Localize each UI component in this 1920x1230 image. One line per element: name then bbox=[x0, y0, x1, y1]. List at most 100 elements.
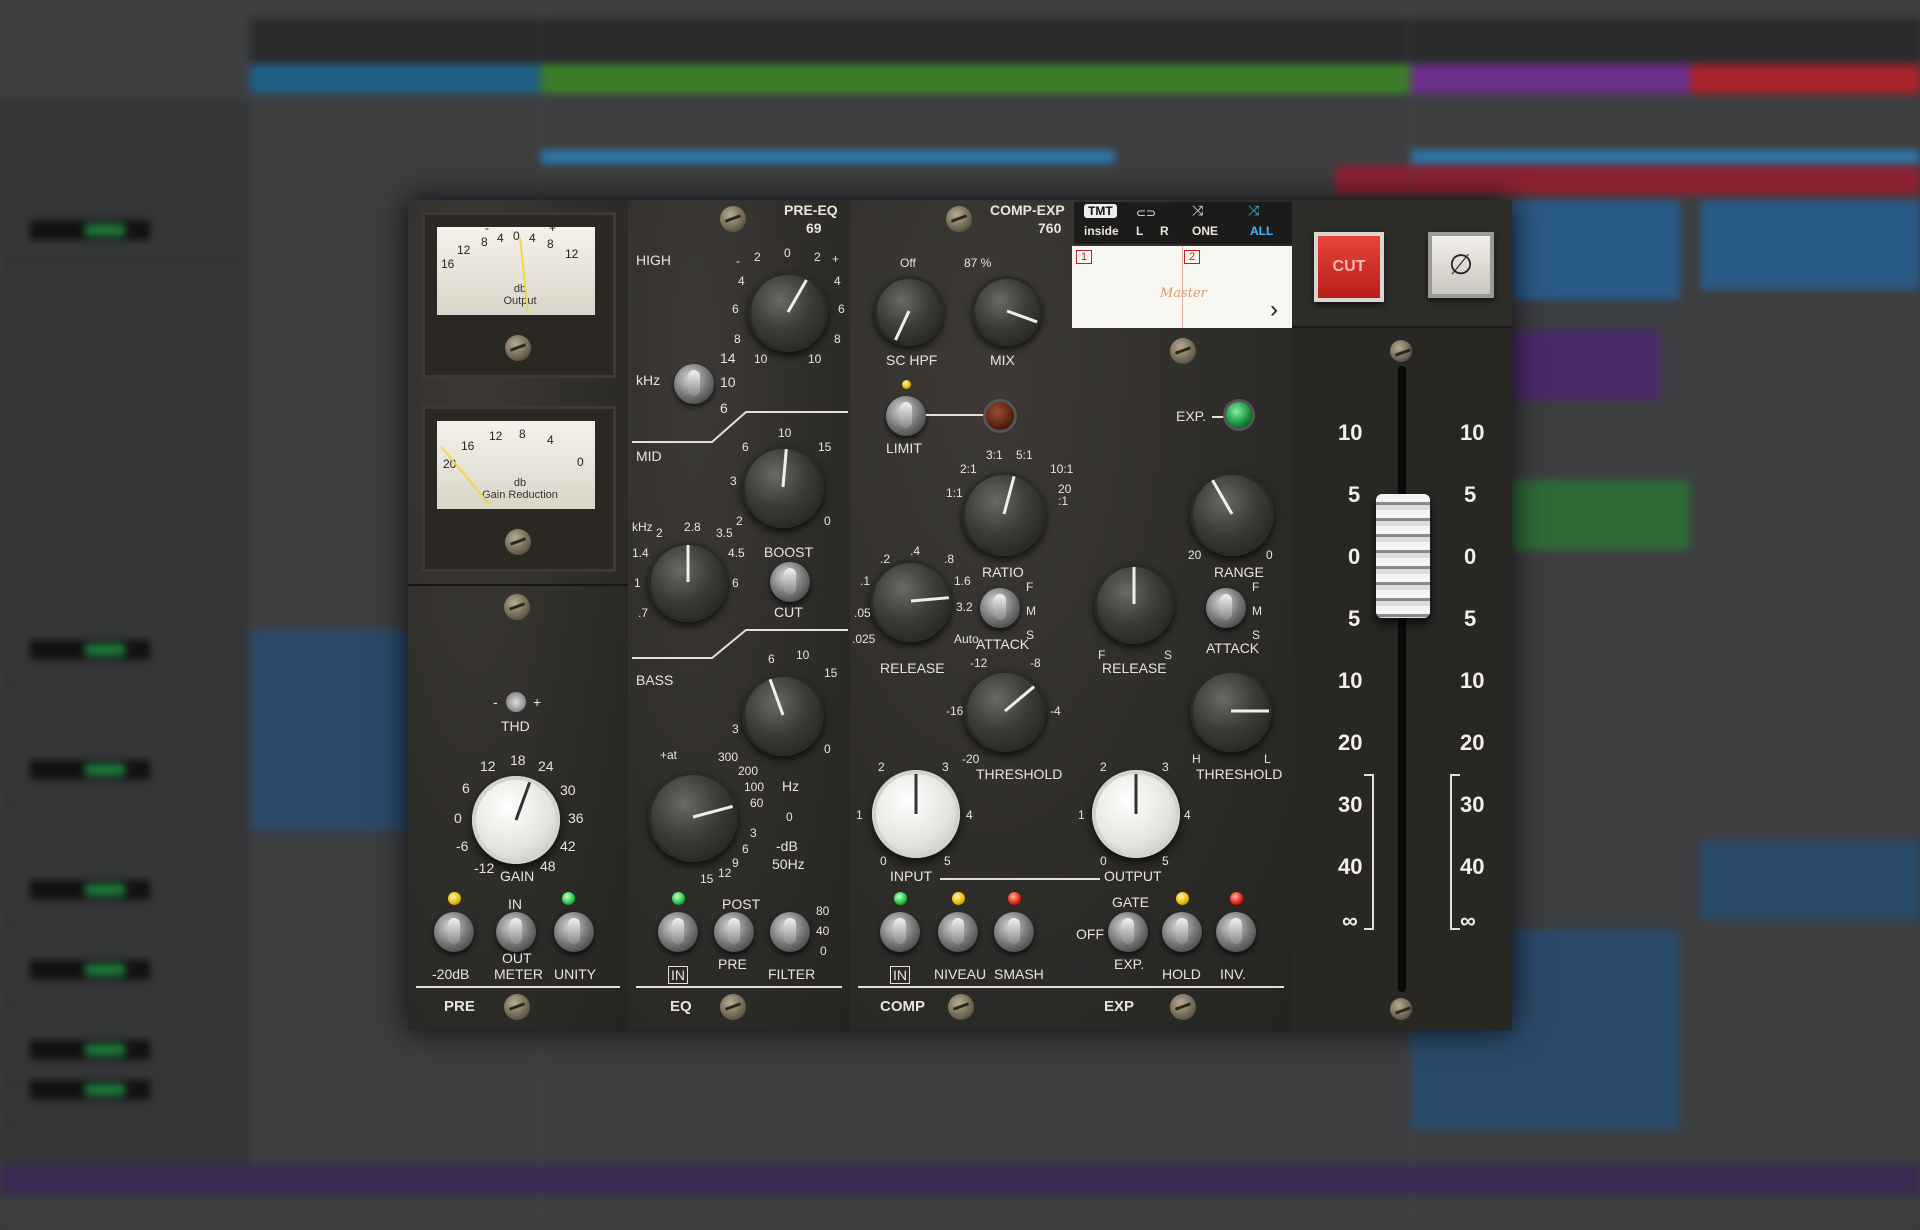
comp-in-switch[interactable] bbox=[880, 912, 920, 952]
bass-freq-label: 300 bbox=[718, 750, 739, 764]
invert-switch[interactable] bbox=[1216, 912, 1256, 952]
shuffle-all-icon[interactable]: ⤨ bbox=[1248, 202, 1259, 219]
slot-2-tab[interactable]: 2 bbox=[1184, 250, 1201, 264]
screw-icon bbox=[1390, 998, 1412, 1020]
fader-scale-left: ∞ bbox=[1342, 908, 1358, 933]
eq-in-switch[interactable] bbox=[658, 912, 698, 952]
gain-scale-label: 30 bbox=[560, 782, 576, 798]
exp-section-title: EXP bbox=[1104, 998, 1135, 1015]
meter-scale-label: 8 bbox=[547, 237, 554, 251]
bass-scale-label: 3 bbox=[732, 722, 739, 736]
gain-scale-label: 18 bbox=[510, 752, 526, 768]
smash-switch[interactable] bbox=[994, 912, 1034, 952]
exp-attack-switch[interactable] bbox=[1206, 588, 1246, 628]
meter-name-label: Gain Reduction bbox=[482, 489, 558, 501]
eq-section-title: EQ bbox=[670, 998, 692, 1015]
sc-hpf-knob[interactable] bbox=[874, 276, 944, 346]
ratio-knob[interactable] bbox=[962, 472, 1046, 556]
arranger-section bbox=[540, 64, 1410, 94]
screw-icon bbox=[720, 206, 746, 232]
meter-scale-label: 8 bbox=[519, 427, 526, 441]
bass-freq-label: 9 bbox=[732, 856, 739, 870]
bass-freq-label: 6 bbox=[742, 842, 749, 856]
range-knob[interactable] bbox=[1190, 472, 1274, 556]
bass-freq-knob[interactable] bbox=[648, 772, 738, 862]
exp-release-knob[interactable] bbox=[1094, 564, 1174, 644]
shuffle-one-icon[interactable]: ⤨ bbox=[1192, 202, 1203, 219]
gate-exp-switch[interactable] bbox=[1108, 912, 1148, 952]
high-gain-knob[interactable] bbox=[748, 272, 828, 352]
band-separator bbox=[632, 629, 848, 659]
thd-trim[interactable] bbox=[506, 692, 526, 712]
pad-20db-label: -20dB bbox=[432, 966, 470, 982]
exp-threshold-knob[interactable] bbox=[1190, 670, 1272, 752]
threshold-scale-label: -8 bbox=[1030, 656, 1041, 670]
screw-icon bbox=[1170, 994, 1196, 1020]
input-scale-label: 1 bbox=[856, 808, 863, 822]
mid-khz-label: kHz bbox=[632, 520, 653, 534]
limit-led bbox=[902, 380, 911, 389]
instance-display[interactable]: 1 2 Master › bbox=[1072, 246, 1292, 328]
comp-release-knob[interactable] bbox=[870, 560, 952, 642]
meter-switch[interactable] bbox=[496, 912, 536, 952]
cut-button[interactable]: CUT bbox=[1314, 232, 1384, 302]
mid-scale-label: 6 bbox=[742, 440, 749, 454]
channel-right-label[interactable]: R bbox=[1160, 224, 1169, 238]
bass-freq-label: 0 bbox=[786, 810, 793, 824]
release-scale-label: .1 bbox=[860, 574, 871, 588]
release-scale-label: 1.6 bbox=[954, 574, 971, 588]
high-scale-label: 8 bbox=[834, 332, 841, 346]
mid-scale-label: 3 bbox=[730, 474, 737, 488]
mix-label: MIX bbox=[990, 352, 1015, 368]
hold-led bbox=[1176, 892, 1189, 905]
gate-label: GATE bbox=[1112, 894, 1150, 910]
comp-in-label: IN bbox=[890, 966, 910, 984]
comp-threshold-knob[interactable] bbox=[964, 670, 1046, 752]
limit-switch[interactable] bbox=[886, 396, 926, 436]
bass-gain-knob[interactable] bbox=[742, 674, 824, 756]
eq-filter-switch[interactable] bbox=[770, 912, 810, 952]
limit-label: LIMIT bbox=[886, 440, 922, 456]
niveau-switch[interactable] bbox=[938, 912, 978, 952]
fader-scale-left: 10 bbox=[1338, 668, 1363, 693]
mid-scale-label: 15 bbox=[818, 440, 832, 454]
mix-knob[interactable] bbox=[972, 276, 1042, 346]
pad-20db-switch[interactable] bbox=[434, 912, 474, 952]
mid-freq-label: 2.8 bbox=[684, 520, 701, 534]
high-freq-switch[interactable] bbox=[674, 364, 714, 404]
mid-freq-knob[interactable] bbox=[648, 542, 728, 622]
gain-knob[interactable] bbox=[472, 776, 560, 864]
boost-cut-switch[interactable] bbox=[770, 562, 810, 602]
meter-scale-label: 12 bbox=[489, 429, 503, 443]
phase-invert-button[interactable]: ∅ bbox=[1428, 232, 1494, 298]
slot-1-tab[interactable]: 1 bbox=[1076, 250, 1093, 264]
fader-handle[interactable] bbox=[1376, 494, 1430, 618]
fader-scale-left: 40 bbox=[1338, 854, 1363, 879]
screw-icon bbox=[948, 994, 974, 1020]
screw-icon bbox=[505, 335, 531, 361]
display-next-arrow[interactable]: › bbox=[1270, 296, 1278, 324]
hold-switch[interactable] bbox=[1162, 912, 1202, 952]
gain-scale-label: -6 bbox=[456, 838, 469, 854]
eq-post-pre-switch[interactable] bbox=[714, 912, 754, 952]
mid-band-label: MID bbox=[636, 448, 662, 464]
fader-track[interactable] bbox=[1398, 366, 1406, 992]
tmt-inside-label: inside bbox=[1084, 224, 1119, 238]
fader-scale-left: 30 bbox=[1338, 792, 1363, 817]
screw-icon bbox=[504, 594, 530, 620]
mid-scale-label: 0 bbox=[824, 514, 831, 528]
randomize-all-button[interactable]: ALL bbox=[1250, 224, 1273, 238]
high-band-label: HIGH bbox=[636, 252, 671, 268]
filter-scale-label: 80 bbox=[816, 904, 830, 918]
comp-attack-switch[interactable] bbox=[980, 588, 1020, 628]
output-scale-label: 4 bbox=[1184, 808, 1191, 822]
unity-switch[interactable] bbox=[554, 912, 594, 952]
output-knob[interactable] bbox=[1092, 770, 1180, 858]
randomize-one-button[interactable]: ONE bbox=[1192, 224, 1218, 238]
mid-gain-knob[interactable] bbox=[742, 446, 824, 528]
channel-left-label[interactable]: L bbox=[1136, 224, 1143, 238]
gain-label: GAIN bbox=[500, 868, 535, 884]
input-knob[interactable] bbox=[872, 770, 960, 858]
link-icon[interactable]: ⊂⊃ bbox=[1136, 206, 1156, 220]
release-scale-label: .05 bbox=[854, 606, 871, 620]
